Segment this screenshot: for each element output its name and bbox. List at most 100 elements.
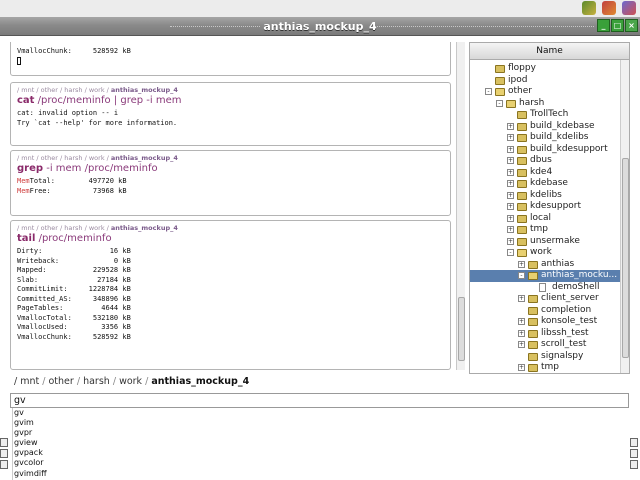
expand-icon[interactable]: + <box>507 191 514 199</box>
folder-icon <box>517 168 527 177</box>
scrollbar-thumb[interactable] <box>622 158 629 358</box>
expand-icon[interactable]: + <box>507 180 514 187</box>
tree-item[interactable]: + build_kdebase <box>470 121 620 133</box>
tree-item-label: other <box>508 86 532 96</box>
expand-icon[interactable]: + <box>507 226 514 233</box>
expand-icon[interactable]: + <box>518 260 525 268</box>
tree-item[interactable]: + build_kdelibs <box>470 132 620 144</box>
expand-icon[interactable]: + <box>507 134 514 141</box>
tree-item[interactable]: + anthias <box>470 259 620 271</box>
completion-item[interactable]: gvpack <box>13 448 628 458</box>
tree-item[interactable]: + local <box>470 213 620 225</box>
tree-item[interactable]: + build_kdesupport <box>470 144 620 156</box>
tree-item-label: local <box>530 212 551 223</box>
tree-item[interactable]: signalspy <box>470 351 620 363</box>
expand-icon[interactable]: + <box>518 341 525 348</box>
expand-icon[interactable]: + <box>507 214 514 222</box>
tree-item[interactable]: - anthias_mocku... <box>470 270 620 282</box>
tree-item[interactable]: completion <box>470 305 620 317</box>
expand-icon[interactable]: + <box>518 318 525 325</box>
tree-item[interactable]: + client_server <box>470 293 620 305</box>
tree-item[interactable]: +opt <box>470 374 620 375</box>
tree-item[interactable]: + scroll_test <box>470 339 620 351</box>
folder-icon <box>517 157 527 165</box>
tree-column-header[interactable]: Name <box>470 43 629 60</box>
folder-icon <box>517 226 527 234</box>
folder-icon <box>528 295 538 303</box>
tree-item[interactable]: floppy <box>470 63 620 75</box>
expand-icon[interactable]: + <box>518 364 525 371</box>
tree-item-label: tmp <box>530 224 549 234</box>
tray-app-icon[interactable] <box>582 1 596 15</box>
tree-item[interactable]: + unsermake <box>470 236 620 248</box>
expand-icon[interactable]: + <box>507 122 514 130</box>
tree-item[interactable]: + tmp <box>470 224 620 236</box>
tree-item[interactable]: ipod <box>470 75 620 87</box>
scrollbar-thumb[interactable] <box>458 297 465 361</box>
tree-body: floppy ipod - other - harsh TrollTech + build_kd… <box>470 60 620 375</box>
folder-icon <box>517 191 527 200</box>
completion-item[interactable]: gvimdiff <box>13 469 628 479</box>
tree-item[interactable]: demoShell <box>470 282 620 294</box>
directory-tree[interactable]: Name floppy ipod - other - harsh TrollTech + bui… <box>469 42 630 374</box>
window-title: anthias_mockup_4 <box>263 20 377 33</box>
breadcrumb-item[interactable]: other <box>49 376 74 387</box>
tray-app-icon[interactable] <box>602 1 616 15</box>
text-cursor <box>17 56 21 65</box>
completion-item[interactable]: gvim <box>13 418 628 428</box>
completion-item[interactable]: gvpr <box>13 428 628 438</box>
expand-icon[interactable]: + <box>507 145 514 153</box>
collapse-icon[interactable]: - <box>485 88 492 95</box>
tree-item[interactable]: + kdesupport <box>470 201 620 213</box>
breadcrumb-current[interactable]: anthias_mockup_4 <box>151 376 249 387</box>
tree-item[interactable]: TrollTech <box>470 109 620 121</box>
maximize-button[interactable]: □ <box>611 19 624 32</box>
block-breadcrumb: / mnt / other / harsh / work / anthias_m… <box>17 154 178 162</box>
expand-icon[interactable]: + <box>518 295 525 302</box>
tree-item[interactable]: + libssh_test <box>470 328 620 340</box>
tree-item[interactable]: - work <box>470 247 620 259</box>
breadcrumb-item[interactable]: work <box>119 376 142 387</box>
completion-list[interactable]: gv gvim gvpr gview gvpack gvcolor gvimdi… <box>12 408 628 480</box>
breadcrumb-item[interactable]: harsh <box>83 376 110 387</box>
tree-item[interactable]: - other <box>470 86 620 98</box>
folder-icon <box>528 341 538 349</box>
output-scrollbar[interactable] <box>456 42 465 370</box>
collapse-icon[interactable]: - <box>507 249 514 256</box>
tree-item[interactable]: + kdebase <box>470 178 620 190</box>
tree-item[interactable]: + konsole_test <box>470 316 620 328</box>
command-output-pane[interactable]: VmallocChunk: 528592 kB / mnt / other / … <box>8 42 455 370</box>
command-input[interactable]: gv <box>10 393 629 408</box>
breadcrumb-item[interactable]: / mnt <box>14 376 39 387</box>
minimize-button[interactable]: _ <box>597 19 610 32</box>
tree-item[interactable]: + dbus <box>470 155 620 167</box>
expand-icon[interactable]: + <box>507 203 514 210</box>
completion-item[interactable]: gview <box>13 438 628 448</box>
tree-item-label: konsole_test <box>541 316 598 326</box>
completion-item[interactable]: gv <box>13 408 628 418</box>
expand-icon[interactable]: + <box>507 237 514 245</box>
folder-open-icon <box>528 272 538 280</box>
tree-item-label: client_server <box>541 293 599 303</box>
command-output: MemTotal: 497720 kB MemFree: 73968 kB <box>17 177 127 195</box>
tree-scrollbar[interactable] <box>620 60 629 373</box>
close-button[interactable]: × <box>625 19 638 32</box>
folder-icon <box>528 260 538 269</box>
collapse-icon[interactable]: - <box>496 99 503 107</box>
tree-item[interactable]: - harsh <box>470 98 620 110</box>
expand-icon[interactable]: + <box>507 168 514 176</box>
window-titlebar[interactable]: anthias_mockup_4 _ □ × <box>0 17 640 36</box>
completion-item[interactable]: gvcolor <box>13 458 628 468</box>
expand-icon[interactable]: + <box>507 157 514 164</box>
tree-item-label: anthias <box>541 258 575 269</box>
breadcrumb: / mnt / other / harsh / work / anthias_m… <box>14 376 250 387</box>
tree-item[interactable]: + kde4 <box>470 167 620 179</box>
tree-item[interactable]: + kdelibs <box>470 190 620 202</box>
left-edge-handles <box>0 436 10 480</box>
tray-app-icon[interactable] <box>622 1 636 15</box>
expand-icon[interactable]: + <box>518 329 525 337</box>
collapse-icon[interactable]: - <box>518 272 525 279</box>
command-name: cat <box>17 95 35 106</box>
tree-item[interactable]: + tmp <box>470 362 620 373</box>
tree-item-label: build_kdesupport <box>530 143 608 154</box>
